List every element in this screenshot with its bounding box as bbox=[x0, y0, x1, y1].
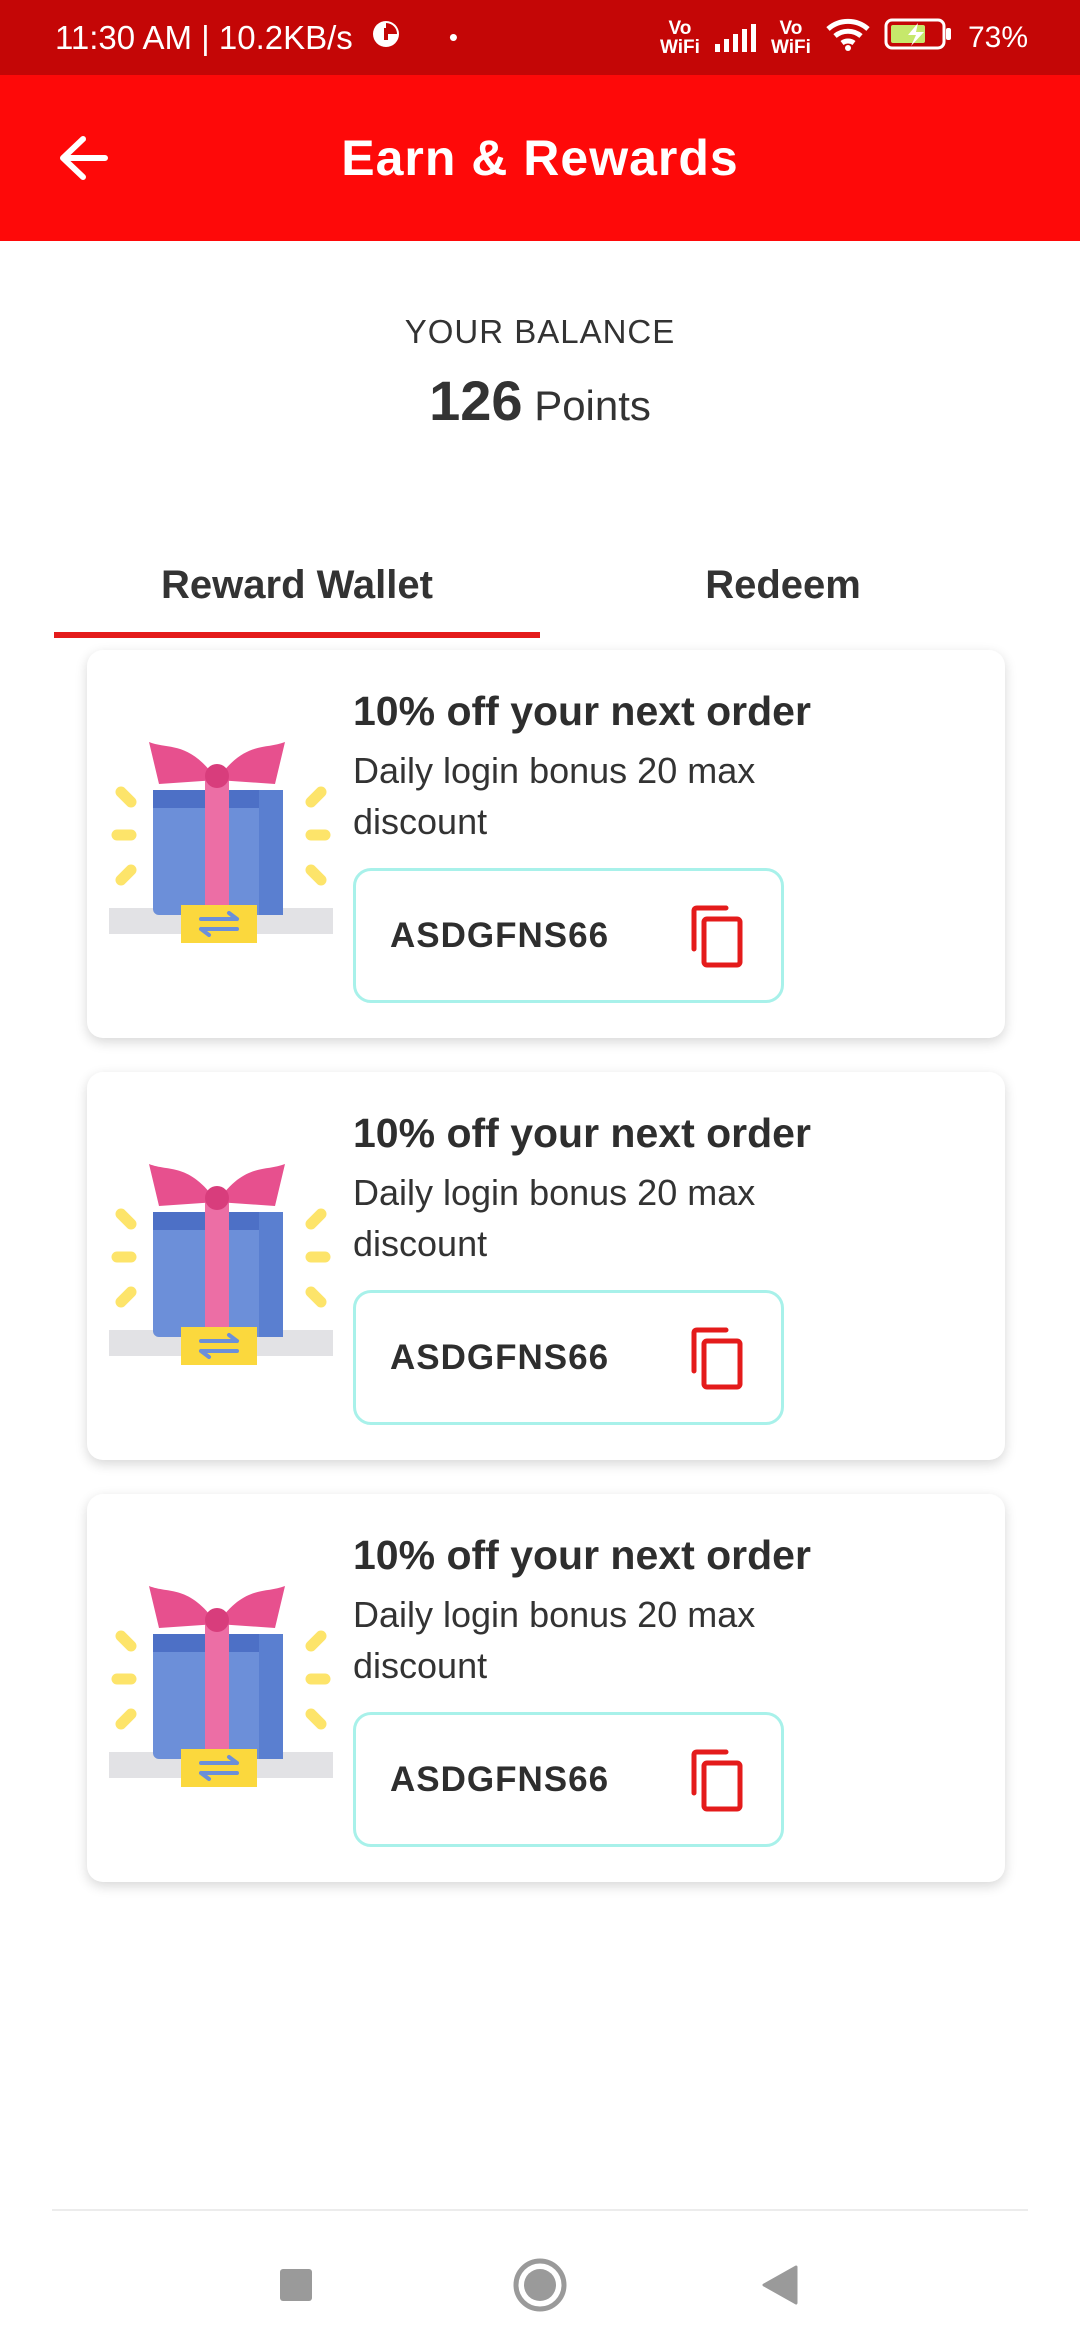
page-title: Earn & Rewards bbox=[341, 130, 739, 186]
back-nav-button[interactable] bbox=[740, 2245, 820, 2325]
coupon-code: ASDGFNS66 bbox=[390, 1337, 610, 1377]
nav-divider bbox=[52, 2209, 1028, 2211]
copy-icon bbox=[691, 1749, 743, 1812]
vowifi-1-icon: Vo WiFi bbox=[659, 17, 700, 58]
reward-description: Daily login bonus 20 max discount bbox=[353, 1172, 756, 1264]
coupon-code-box: ASDGFNS66 bbox=[353, 868, 784, 1003]
active-tab-indicator bbox=[54, 632, 540, 638]
balance-unit: Points bbox=[534, 382, 651, 429]
balance-label: YOUR BALANCE bbox=[404, 313, 676, 350]
status-left: 11:30 AM | 10.2KB/s • bbox=[55, 19, 458, 57]
copy-button[interactable] bbox=[686, 905, 746, 969]
gift-icon bbox=[109, 1574, 333, 1794]
gift-icon bbox=[109, 730, 333, 950]
status-bar: 11:30 AM | 10.2KB/s • Vo WiFi Vo WiFi 73… bbox=[0, 0, 1080, 75]
coupon-code: ASDGFNS66 bbox=[390, 915, 610, 955]
tab-bar: Reward Wallet Redeem bbox=[54, 532, 1026, 642]
circle-icon bbox=[513, 2258, 567, 2312]
coupon-code: ASDGFNS66 bbox=[390, 1759, 610, 1799]
reward-card: 10% off your next order Daily login bonu… bbox=[87, 1494, 1005, 1882]
notification-dot: • bbox=[448, 22, 458, 52]
tab-redeem[interactable]: Redeem bbox=[540, 532, 1026, 638]
reward-card: 10% off your next order Daily login bonu… bbox=[87, 1072, 1005, 1460]
signal-icon bbox=[714, 23, 756, 52]
copy-icon bbox=[691, 1327, 743, 1390]
reward-title: 10% off your next order bbox=[353, 1532, 811, 1578]
data-saver-icon bbox=[371, 19, 401, 57]
reward-description: Daily login bonus 20 max discount bbox=[353, 1594, 756, 1686]
gift-icon bbox=[109, 1152, 333, 1372]
battery-percent: 73% bbox=[967, 20, 1028, 54]
copy-button[interactable] bbox=[686, 1327, 746, 1391]
reward-title: 10% off your next order bbox=[353, 1110, 811, 1156]
copy-button[interactable] bbox=[686, 1749, 746, 1813]
reward-card: 10% off your next order Daily login bonu… bbox=[87, 650, 1005, 1038]
reward-description: Daily login bonus 20 max discount bbox=[353, 750, 756, 842]
battery-icon bbox=[884, 17, 954, 59]
tab-reward-wallet[interactable]: Reward Wallet bbox=[54, 532, 540, 638]
triangle-back-icon bbox=[762, 2265, 798, 2305]
app-bar: Earn & Rewards bbox=[0, 75, 1080, 241]
reward-title: 10% off your next order bbox=[353, 688, 811, 734]
copy-icon bbox=[691, 905, 743, 968]
recents-button[interactable] bbox=[256, 2245, 336, 2325]
vowifi-2-icon: Vo WiFi bbox=[770, 17, 811, 58]
coupon-code-box: ASDGFNS66 bbox=[353, 1290, 784, 1425]
status-time-speed: 11:30 AM | 10.2KB/s bbox=[55, 18, 353, 56]
balance-points: 126 bbox=[429, 369, 523, 432]
home-button[interactable] bbox=[500, 2245, 580, 2325]
balance-value: 126 Points bbox=[0, 368, 1080, 433]
status-right: Vo WiFi Vo WiFi 73% bbox=[659, 17, 1028, 59]
arrow-left-icon bbox=[60, 136, 108, 180]
wifi-icon bbox=[826, 17, 870, 59]
back-button[interactable] bbox=[50, 125, 116, 191]
square-icon bbox=[280, 2269, 312, 2301]
coupon-code-box: ASDGFNS66 bbox=[353, 1712, 784, 1847]
